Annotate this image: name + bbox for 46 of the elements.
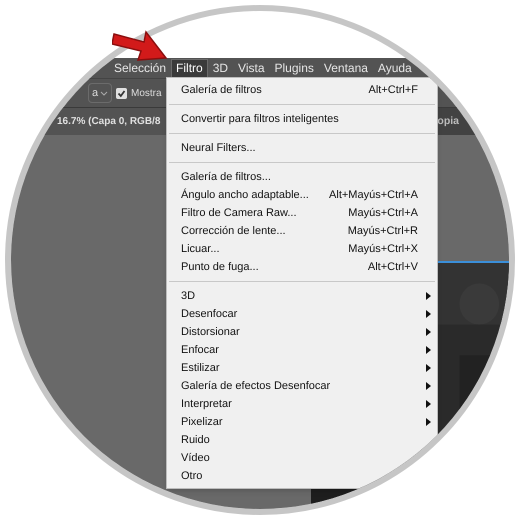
menu-item[interactable]: Enfocar: [181, 342, 219, 358]
menu-bar-item[interactable]: Ventana: [318, 58, 373, 78]
document-tab[interactable]: opia: [437, 108, 459, 135]
submenu-arrow-icon: [426, 292, 431, 300]
menu-item[interactable]: Galería de efectos Desenfocar: [181, 378, 330, 394]
shortcut-label: Mayús+Ctrl+A: [348, 206, 418, 221]
shortcut-label: Alt+Ctrl+V: [368, 260, 418, 275]
shortcut-label: Alt+Mayús+Ctrl+A: [329, 188, 418, 203]
menu-item[interactable]: Interpretar: [181, 396, 232, 412]
menu-bar-item[interactable]: Selección: [109, 58, 172, 78]
menu-item[interactable]: Punto de fuga...: [181, 258, 259, 276]
menu-item[interactable]: Pixelizar: [181, 414, 223, 430]
menu-bar-item[interactable]: Vista: [233, 58, 270, 78]
menu-item[interactable]: Corrección de lente...: [181, 222, 286, 240]
menu-item[interactable]: Convertir para filtros inteligentes: [181, 110, 339, 128]
shortcut-label: Mayús+Ctrl+X: [348, 242, 418, 257]
chevron-down-icon: [100, 90, 108, 96]
menu-bar-item[interactable]: Ayuda: [372, 58, 417, 78]
submenu-arrow-icon: [426, 400, 431, 408]
menu-item[interactable]: Filtro de Camera Raw...: [181, 204, 297, 222]
submenu-arrow-icon: [426, 346, 431, 354]
submenu-arrow-icon: [426, 418, 431, 426]
checkbox[interactable]: [116, 88, 127, 98]
menu-item[interactable]: Distorsionar: [181, 324, 240, 340]
menu-bar-item[interactable]: Plugins: [270, 58, 319, 78]
menu-item[interactable]: Vídeo: [181, 450, 210, 466]
menu-item[interactable]: 3D: [181, 288, 196, 304]
menu-item[interactable]: Ángulo ancho adaptable...: [181, 186, 309, 204]
menu-bar-item[interactable]: Filtro: [171, 58, 208, 78]
submenu-arrow-icon: [426, 382, 431, 390]
menu-item[interactable]: Desenfocar: [181, 306, 238, 322]
submenu-arrow-icon: [426, 364, 431, 372]
menu-item[interactable]: Galería de filtros...: [181, 168, 271, 186]
menu-item[interactable]: Galería de filtros: [181, 82, 262, 98]
shortcut-label: Alt+Ctrl+F: [368, 82, 418, 98]
menu-item[interactable]: Licuar...: [181, 240, 220, 258]
menu-item[interactable]: Estilizar: [181, 360, 220, 376]
menu-item[interactable]: Ruido: [181, 432, 210, 448]
submenu-arrow-icon: [426, 310, 431, 318]
menu-bar-item[interactable]: 3D: [208, 58, 234, 78]
dropdown[interactable]: a: [88, 83, 112, 103]
menu-item[interactable]: Neural Filters...: [181, 140, 256, 156]
checkbox-label: Mostra: [131, 86, 162, 100]
shortcut-label: Mayús+Ctrl+R: [348, 224, 418, 239]
menu-item[interactable]: Otro: [181, 468, 202, 484]
submenu-arrow-icon: [426, 328, 431, 336]
